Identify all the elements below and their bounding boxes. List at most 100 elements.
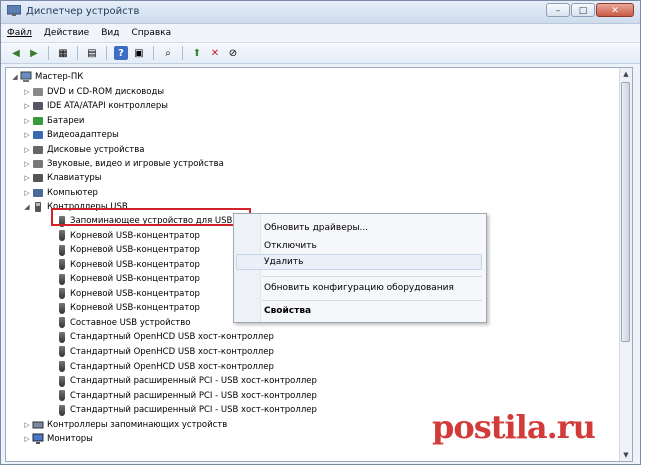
collapse-icon[interactable]: ◢ bbox=[10, 70, 20, 84]
disk-drive-icon bbox=[33, 145, 43, 154]
usb-device-icon bbox=[59, 259, 65, 271]
tree-category[interactable]: ▷ Клавиатуры bbox=[22, 171, 102, 185]
usb-device-row[interactable]: Корневой USB-концентратор bbox=[56, 287, 200, 301]
ctx-scan-hardware[interactable]: Обновить конфигурацию оборудования bbox=[264, 283, 454, 293]
tree-root-label: Мастер-ПК bbox=[35, 72, 84, 82]
menu-bar: Файл Действие Вид Справка bbox=[1, 24, 640, 43]
tree-category[interactable]: ▷ Звуковые, видео и игровые устройства bbox=[22, 157, 224, 171]
usb-device-row[interactable]: Стандартный OpenHCD USB хост-контроллер bbox=[56, 330, 274, 344]
toolbar-separator bbox=[153, 46, 154, 60]
ctx-separator bbox=[262, 300, 482, 301]
usb-device-row[interactable]: Стандартный OpenHCD USB хост-контроллер bbox=[56, 345, 274, 359]
usb-device-label: Корневой USB-концентратор bbox=[70, 274, 200, 285]
tree-category[interactable]: ▷ IDE ATA/ATAPI контроллеры bbox=[22, 99, 168, 113]
ctx-disable[interactable]: Отключить bbox=[264, 241, 317, 251]
close-button[interactable]: ✕ bbox=[596, 3, 634, 17]
usb-device-row[interactable]: Стандартный OpenHCD USB хост-контроллер bbox=[56, 360, 274, 374]
usb-device-label: Корневой USB-концентратор bbox=[70, 230, 200, 241]
forward-arrow-icon[interactable]: ▶ bbox=[27, 46, 41, 60]
expand-icon[interactable]: ▷ bbox=[22, 85, 32, 99]
collapse-icon[interactable]: ◢ bbox=[22, 200, 32, 214]
usb-device-row[interactable]: Корневой USB-концентратор bbox=[56, 229, 200, 243]
usb-device-row[interactable]: Корневой USB-концентратор bbox=[56, 258, 200, 272]
uninstall-icon[interactable]: ✕ bbox=[208, 46, 222, 60]
menu-help[interactable]: Справка bbox=[131, 28, 171, 38]
usb-device-icon bbox=[59, 375, 65, 387]
usb-device-row[interactable]: Корневой USB-концентратор bbox=[56, 301, 200, 315]
expand-icon[interactable]: ▷ bbox=[22, 128, 32, 142]
console-icon[interactable]: ▣ bbox=[132, 46, 146, 60]
usb-device-row[interactable]: Стандартный расширенный PCI - USB хост-к… bbox=[56, 389, 317, 403]
tree-category[interactable]: ▷ Видеоадаптеры bbox=[22, 128, 119, 142]
scroll-down-icon[interactable]: ▼ bbox=[620, 449, 632, 461]
minimize-button[interactable]: – bbox=[546, 3, 570, 17]
tree-category-storage-controllers[interactable]: ▷ Контроллеры запоминающих устройств bbox=[22, 418, 227, 432]
expand-icon[interactable]: ▷ bbox=[22, 186, 32, 200]
scan-hardware-icon[interactable]: ⌕ bbox=[161, 46, 175, 60]
usb-device-icon bbox=[59, 244, 65, 256]
usb-device-row[interactable]: Стандартный расширенный PCI - USB хост-к… bbox=[56, 403, 317, 417]
tree-category[interactable]: ▷ Батареи bbox=[22, 114, 84, 128]
ctx-update-drivers[interactable]: Обновить драйверы... bbox=[264, 223, 368, 233]
usb-device-icon bbox=[59, 317, 65, 329]
usb-device-row[interactable]: Корневой USB-концентратор bbox=[56, 243, 200, 257]
expand-icon[interactable]: ▷ bbox=[22, 114, 32, 128]
toolbar-separator bbox=[106, 46, 107, 60]
expand-icon[interactable]: ▷ bbox=[22, 143, 32, 157]
tree-category[interactable]: ▷ Компьютер bbox=[22, 186, 98, 200]
category-label: Дисковые устройства bbox=[47, 144, 145, 155]
expand-icon[interactable]: ▷ bbox=[22, 418, 32, 432]
dvd-drive-icon bbox=[33, 88, 43, 96]
menu-action[interactable]: Действие bbox=[44, 28, 89, 38]
usb-device-row[interactable]: Стандартный расширенный PCI - USB хост-к… bbox=[56, 374, 317, 388]
expand-icon[interactable]: ▷ bbox=[22, 157, 32, 171]
show-hide-tree-icon[interactable]: ▦ bbox=[56, 46, 70, 60]
ctx-properties[interactable]: Свойства bbox=[264, 306, 311, 316]
usb-device-icon bbox=[59, 273, 65, 285]
context-menu: Обновить драйверы... Отключить Удалить О… bbox=[233, 213, 487, 323]
category-label: IDE ATA/ATAPI контроллеры bbox=[47, 101, 168, 112]
scroll-thumb[interactable] bbox=[621, 82, 630, 342]
usb-device-label: Составное USB устройство bbox=[70, 317, 191, 328]
tree-root[interactable]: ◢ Мастер-ПК bbox=[10, 70, 83, 84]
category-label: Контроллеры запоминающих устройств bbox=[47, 420, 228, 430]
menu-view[interactable]: Вид bbox=[101, 28, 119, 38]
expand-icon[interactable]: ▷ bbox=[22, 99, 32, 113]
usb-device-label: Корневой USB-концентратор bbox=[70, 259, 200, 270]
tree-category[interactable]: ▷ DVD и CD-ROM дисководы bbox=[22, 85, 164, 99]
category-label: Клавиатуры bbox=[47, 173, 102, 184]
menu-file[interactable]: Файл bbox=[7, 28, 32, 38]
sound-icon bbox=[33, 160, 43, 168]
title-bar[interactable]: Диспетчер устройств – □ ✕ bbox=[1, 1, 640, 24]
tree-category-monitors[interactable]: ▷ Мониторы bbox=[22, 432, 93, 446]
computer-icon bbox=[20, 71, 32, 82]
scroll-up-icon[interactable]: ▲ bbox=[620, 68, 632, 80]
usb-device-label: Корневой USB-концентратор bbox=[70, 245, 200, 256]
usb-device-row[interactable]: Корневой USB-концентратор bbox=[56, 272, 200, 286]
window-controls: – □ ✕ bbox=[546, 3, 634, 17]
category-label: Звуковые, видео и игровые устройства bbox=[47, 159, 224, 169]
expand-icon[interactable]: ▷ bbox=[22, 432, 32, 446]
properties-icon[interactable]: ▤ bbox=[85, 46, 99, 60]
usb-device-label: Стандартный OpenHCD USB хост-контроллер bbox=[70, 361, 274, 372]
help-icon[interactable]: ? bbox=[114, 46, 128, 60]
usb-device-label: Корневой USB-концентратор bbox=[70, 303, 200, 314]
category-label: Компьютер bbox=[47, 187, 98, 198]
display-adapter-icon bbox=[33, 131, 43, 140]
usb-device-label: Стандартный расширенный PCI - USB хост-к… bbox=[70, 390, 317, 401]
usb-device-row[interactable]: Составное USB устройство bbox=[56, 316, 190, 330]
tree-category[interactable]: ▷ Дисковые устройства bbox=[22, 143, 144, 157]
back-arrow-icon[interactable]: ◀ bbox=[9, 46, 23, 60]
usb-device-icon bbox=[59, 230, 65, 242]
usb-device-label: Корневой USB-концентратор bbox=[70, 288, 200, 299]
category-label: Видеоадаптеры bbox=[47, 130, 119, 141]
device-manager-icon bbox=[7, 5, 21, 16]
expand-icon[interactable]: ▷ bbox=[22, 171, 32, 185]
toolbar-separator bbox=[77, 46, 78, 60]
update-driver-icon[interactable]: ⬆ bbox=[190, 46, 204, 60]
ctx-delete[interactable]: Удалить bbox=[264, 257, 303, 267]
maximize-button[interactable]: □ bbox=[571, 3, 595, 17]
vertical-scrollbar[interactable]: ▲ ▼ bbox=[619, 68, 632, 461]
disable-device-icon[interactable]: ⊘ bbox=[226, 46, 240, 60]
computer-icon bbox=[33, 188, 43, 197]
